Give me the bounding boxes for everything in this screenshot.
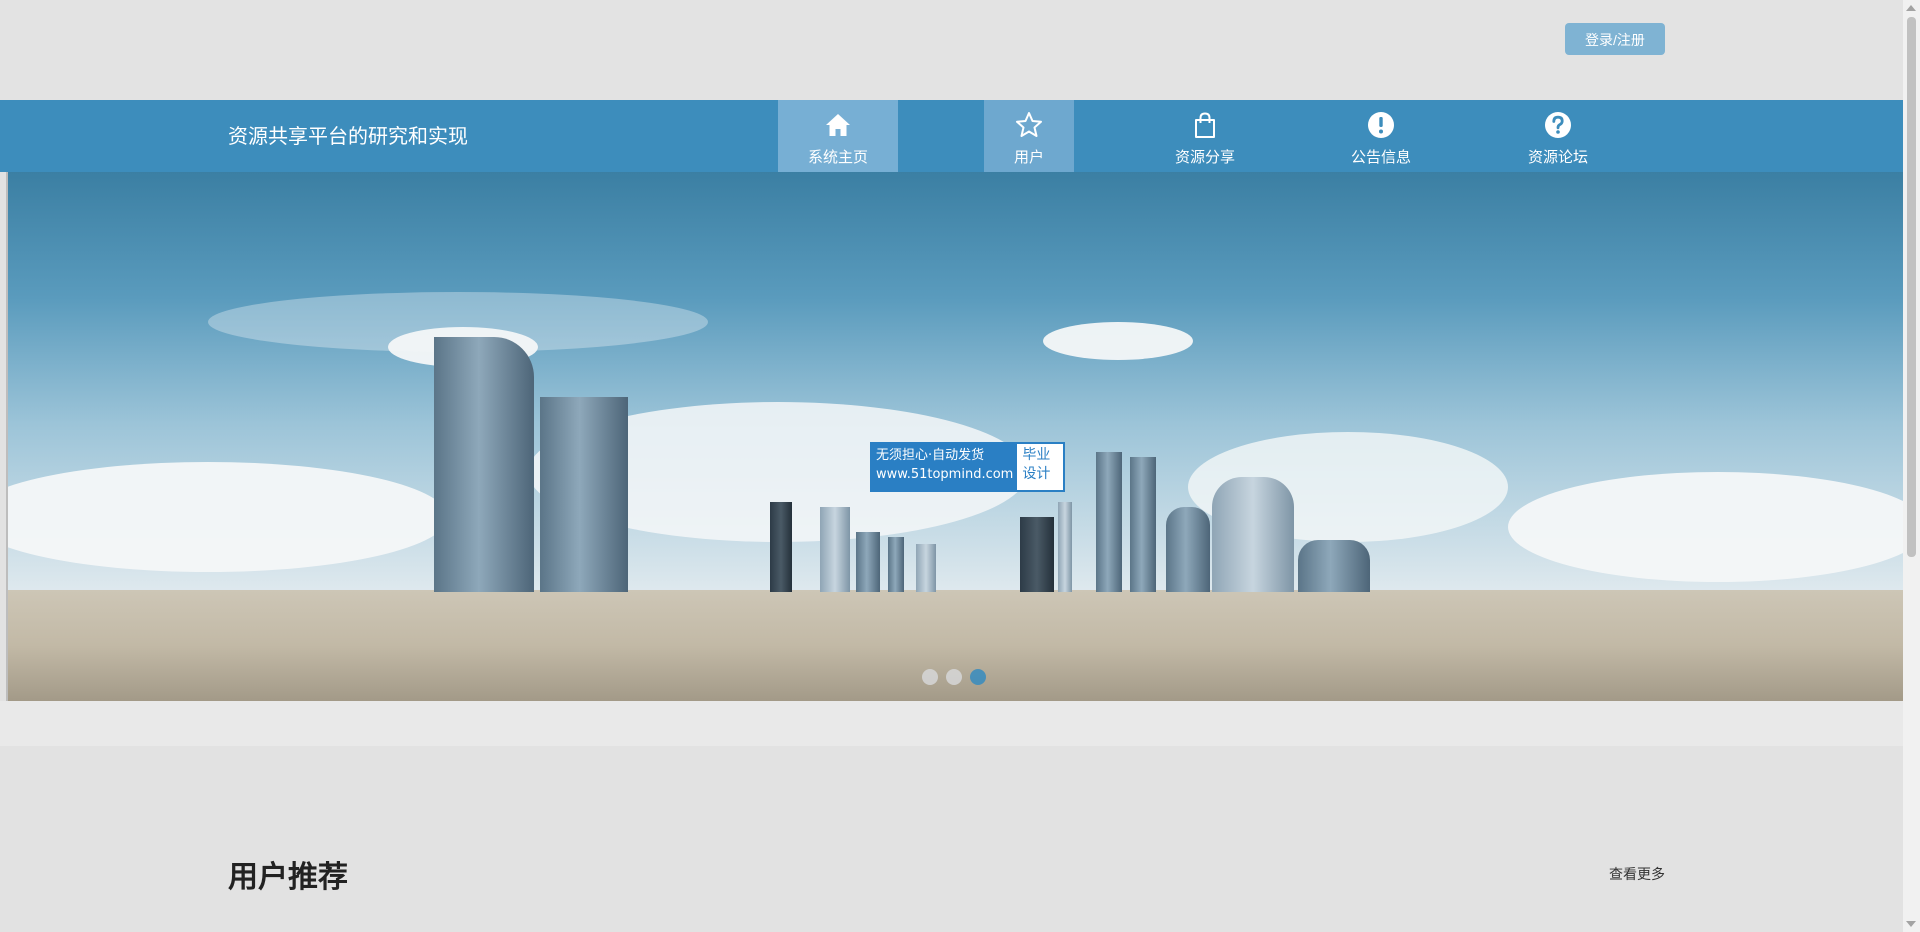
watermark-line-2: www.51topmind.com [876,467,1014,482]
nav-item-label: 系统主页 [807,148,868,166]
carousel-dot-3[interactable] [970,669,986,685]
nav-item-label: 公告信息 [1350,148,1411,166]
building-shape [856,532,880,592]
nav-item-announcements[interactable]: 公告信息 [1336,100,1426,172]
building-shape [1096,452,1122,592]
banner-carousel[interactable]: 无须担心·自动发货 www.51topmind.com 毕业设计 [6,172,1903,701]
watermark-text: 无须担心·自动发货 www.51topmind.com [872,444,1018,490]
building-shape [1130,457,1156,592]
cloud-shape [1043,322,1193,360]
carousel-dot-1[interactable] [922,669,938,685]
carousel-dots [922,669,986,685]
nav-item-home[interactable]: 系统主页 [778,100,898,172]
building-shape [1166,507,1210,592]
main-navbar: 资源共享平台的研究和实现 系统主页 用户 资源分享 公告信息 资源论坛 [0,100,1903,265]
building-shape [916,544,936,592]
watermark-badge-text: 毕业设计 [1022,447,1051,482]
nav-item-resource-share[interactable]: 资源分享 [1160,100,1250,172]
nav-item-users[interactable]: 用户 [984,100,1074,172]
home-icon [826,114,850,136]
vertical-scrollbar[interactable] [1903,0,1920,932]
watermark-line-1: 无须担心·自动发货 [876,448,985,463]
building-shape [770,502,792,592]
site-title: 资源共享平台的研究和实现 [228,124,468,148]
separator-band [0,701,1903,746]
nav-item-label: 用户 [1013,148,1044,166]
page: 登录/注册 资源共享平台的研究和实现 系统主页 用户 资源分享 公告信息 资源论… [0,0,1920,932]
building-shape [1212,477,1294,592]
building-shape [1298,540,1370,592]
view-more-link[interactable]: 查看更多 [1609,864,1665,884]
question-icon [1545,112,1571,138]
scroll-up-arrow-icon[interactable] [1906,5,1916,11]
section-title: 用户推荐 [228,860,348,895]
building-shape [540,397,628,592]
exclamation-icon [1368,112,1394,138]
building-shape [1058,502,1072,592]
nav-item-label: 资源论坛 [1527,148,1588,166]
cloud-shape [1508,472,1903,582]
building-shape [888,537,904,592]
nav-item-label: 资源分享 [1174,148,1235,166]
login-register-button[interactable]: 登录/注册 [1565,23,1665,55]
carousel-dot-2[interactable] [946,669,962,685]
building-shape [434,337,534,592]
building-shape [820,507,850,592]
watermark-badge: 无须担心·自动发货 www.51topmind.com 毕业设计 [870,442,1066,492]
shopping-bag-icon [1195,112,1215,138]
building-shape [1020,517,1054,592]
top-strip: 登录/注册 [0,0,1903,100]
scroll-down-arrow-icon[interactable] [1906,921,1916,927]
scrollbar-thumb[interactable] [1907,17,1916,557]
nav-item-forum[interactable]: 资源论坛 [1513,100,1603,172]
star-icon [1016,112,1042,137]
